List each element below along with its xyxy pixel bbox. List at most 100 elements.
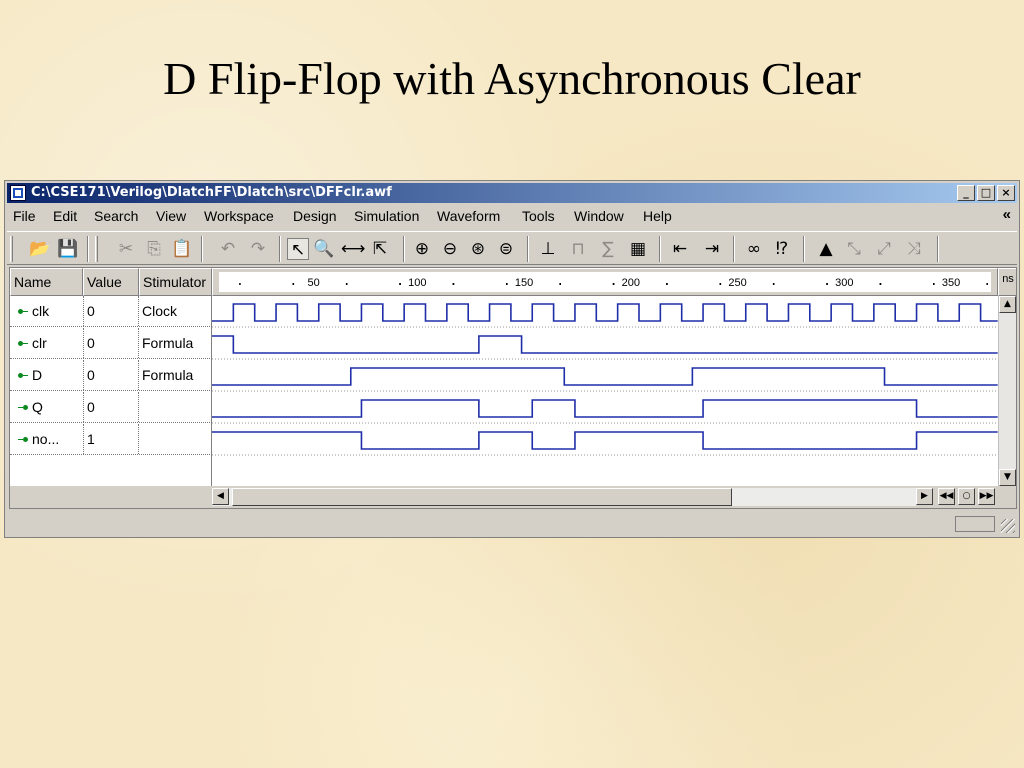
rewind-icon[interactable]: ◀◀ bbox=[938, 488, 955, 505]
find-icon[interactable]: ∞ bbox=[743, 238, 765, 260]
close-button[interactable]: × bbox=[997, 185, 1015, 201]
ruler-label: 250 bbox=[728, 277, 746, 289]
menu-overflow-chevron-icon[interactable]: « bbox=[1003, 206, 1011, 223]
menu-search[interactable]: Search bbox=[94, 208, 138, 224]
signal-stimulator[interactable] bbox=[140, 424, 212, 454]
fast-forward-icon[interactable]: ▶▶ bbox=[978, 488, 995, 505]
copy-icon[interactable]: ⎘ bbox=[143, 238, 165, 260]
signal-row-q[interactable]: Q 0 bbox=[10, 392, 212, 423]
ruler-tick bbox=[933, 283, 935, 285]
toolbar-grip[interactable] bbox=[95, 236, 98, 262]
waveform-area[interactable] bbox=[212, 296, 998, 486]
column-header-name[interactable]: Name bbox=[10, 268, 83, 296]
signal-row-notq[interactable]: no... 1 bbox=[10, 424, 212, 455]
add-signal-icon[interactable]: ⊥ bbox=[537, 238, 559, 260]
edge-next-icon[interactable]: ⤢ bbox=[873, 238, 895, 260]
zoom-area-icon[interactable]: ⊜ bbox=[495, 238, 517, 260]
clr-waveform[interactable] bbox=[212, 335, 998, 354]
maximize-button[interactable]: □ bbox=[977, 185, 995, 201]
column-header-value[interactable]: Value bbox=[83, 268, 139, 296]
scroll-up-icon[interactable]: ▲ bbox=[999, 296, 1016, 313]
scroll-left-icon[interactable]: ◀ bbox=[212, 488, 229, 505]
edit-pointer-icon[interactable]: ⇱ bbox=[369, 238, 391, 260]
toolbar-separator bbox=[659, 236, 661, 262]
clk-waveform[interactable] bbox=[212, 303, 998, 322]
stimulators-icon[interactable]: ▦ bbox=[627, 238, 649, 260]
signal-stimulator[interactable]: Clock bbox=[140, 296, 212, 326]
time-ruler[interactable]: 50 100 150 200 250 300 350 bbox=[212, 268, 998, 296]
zoom-in-icon[interactable]: ⊕ bbox=[411, 238, 433, 260]
scroll-down-icon[interactable]: ▼ bbox=[999, 469, 1016, 486]
clock-signal-icon[interactable]: ⊓ bbox=[567, 238, 589, 260]
menu-tools[interactable]: Tools bbox=[522, 208, 555, 224]
signal-row-clk[interactable]: clk 0 Clock bbox=[10, 296, 212, 327]
save-icon[interactable]: 💾 bbox=[57, 238, 79, 260]
zoom-icon[interactable]: 🔍 bbox=[313, 238, 335, 260]
marker-icon[interactable]: ▲ bbox=[815, 238, 837, 260]
d-waveform[interactable] bbox=[212, 367, 998, 386]
cut-icon[interactable]: ✂ bbox=[115, 238, 137, 260]
column-header-stimulator[interactable]: Stimulator bbox=[139, 268, 212, 296]
redo-icon[interactable]: ↷ bbox=[247, 238, 269, 260]
open-folder-icon[interactable]: 📂 bbox=[29, 238, 51, 260]
ruler-tick bbox=[666, 283, 668, 285]
zoom-out-icon[interactable]: ⊖ bbox=[439, 238, 461, 260]
scroll-right-icon[interactable]: ▶ bbox=[916, 488, 933, 505]
ruler-tick bbox=[879, 283, 882, 285]
ruler-label: 150 bbox=[515, 277, 533, 289]
toolbar-separator bbox=[403, 236, 405, 262]
menu-simulation[interactable]: Simulation bbox=[354, 208, 419, 224]
time-ruler-svg: 50 100 150 200 250 300 350 bbox=[219, 272, 991, 292]
status-panel bbox=[955, 516, 995, 532]
signal-row-d[interactable]: D 0 Formula bbox=[10, 360, 212, 391]
edge-prev-icon[interactable]: ⤡ bbox=[843, 238, 865, 260]
vertical-scrollbar[interactable]: ▲ ▼ bbox=[998, 296, 1016, 486]
ruler-tick bbox=[452, 283, 455, 285]
stop-icon[interactable]: ○ bbox=[958, 488, 975, 505]
signal-stimulator[interactable] bbox=[140, 392, 212, 422]
toolbar-grip[interactable] bbox=[10, 236, 13, 262]
not-q-waveform[interactable] bbox=[212, 431, 998, 450]
formula-icon[interactable]: ∑ bbox=[597, 238, 619, 260]
ruler-tick bbox=[506, 283, 508, 285]
menu-window[interactable]: Window bbox=[574, 208, 624, 224]
menu-help[interactable]: Help bbox=[643, 208, 672, 224]
toolbar-separator bbox=[201, 236, 203, 262]
edge-any-icon[interactable]: ⤨ bbox=[903, 238, 925, 260]
title-bar[interactable]: C:\CSE171\Verilog\DlatchFF\Dlatch\src\DF… bbox=[7, 183, 1017, 203]
toolbar-separator bbox=[803, 236, 805, 262]
waveform-panel: Name Value Stimulator 50 100 150 200 250 300 3… bbox=[9, 267, 1017, 509]
ruler-label: 300 bbox=[835, 277, 853, 289]
menu-workspace[interactable]: Workspace bbox=[204, 208, 274, 224]
undo-icon[interactable]: ↶ bbox=[217, 238, 239, 260]
menu-view[interactable]: View bbox=[156, 208, 186, 224]
ruler-label: 100 bbox=[408, 277, 426, 289]
menu-waveform[interactable]: Waveform bbox=[437, 208, 500, 224]
ruler-tick bbox=[292, 283, 295, 285]
ruler-label: 50 bbox=[308, 277, 320, 289]
goto-start-icon[interactable]: ⇤ bbox=[669, 238, 691, 260]
signal-name: clr bbox=[10, 328, 84, 358]
goto-end-icon[interactable]: ⇥ bbox=[701, 238, 723, 260]
signal-stimulator[interactable]: Formula bbox=[140, 328, 212, 358]
signal-value: 0 bbox=[85, 328, 139, 358]
minimize-button[interactable]: _ bbox=[957, 185, 975, 201]
ruler-tick bbox=[772, 283, 775, 285]
signal-row-clr[interactable]: clr 0 Formula bbox=[10, 328, 212, 359]
paste-icon[interactable]: 📋 bbox=[171, 238, 193, 260]
menu-design[interactable]: Design bbox=[293, 208, 337, 224]
signal-name: Q bbox=[10, 392, 84, 422]
menu-edit[interactable]: Edit bbox=[53, 208, 77, 224]
resize-grip-icon[interactable] bbox=[1001, 519, 1015, 533]
q-waveform[interactable] bbox=[212, 399, 998, 418]
measure-icon[interactable]: ⟷ bbox=[341, 238, 365, 260]
scroll-thumb[interactable] bbox=[232, 488, 732, 506]
signal-stimulator[interactable]: Formula bbox=[140, 360, 212, 390]
zoom-fit-icon[interactable]: ⊛ bbox=[467, 238, 489, 260]
find-next-icon[interactable]: ⁉ bbox=[771, 238, 793, 260]
menu-file[interactable]: File bbox=[13, 208, 36, 224]
signal-value: 1 bbox=[85, 424, 139, 454]
ruler-tick bbox=[559, 283, 561, 285]
select-pointer-icon[interactable]: ↖ bbox=[287, 238, 309, 260]
ruler-tick bbox=[826, 283, 828, 285]
